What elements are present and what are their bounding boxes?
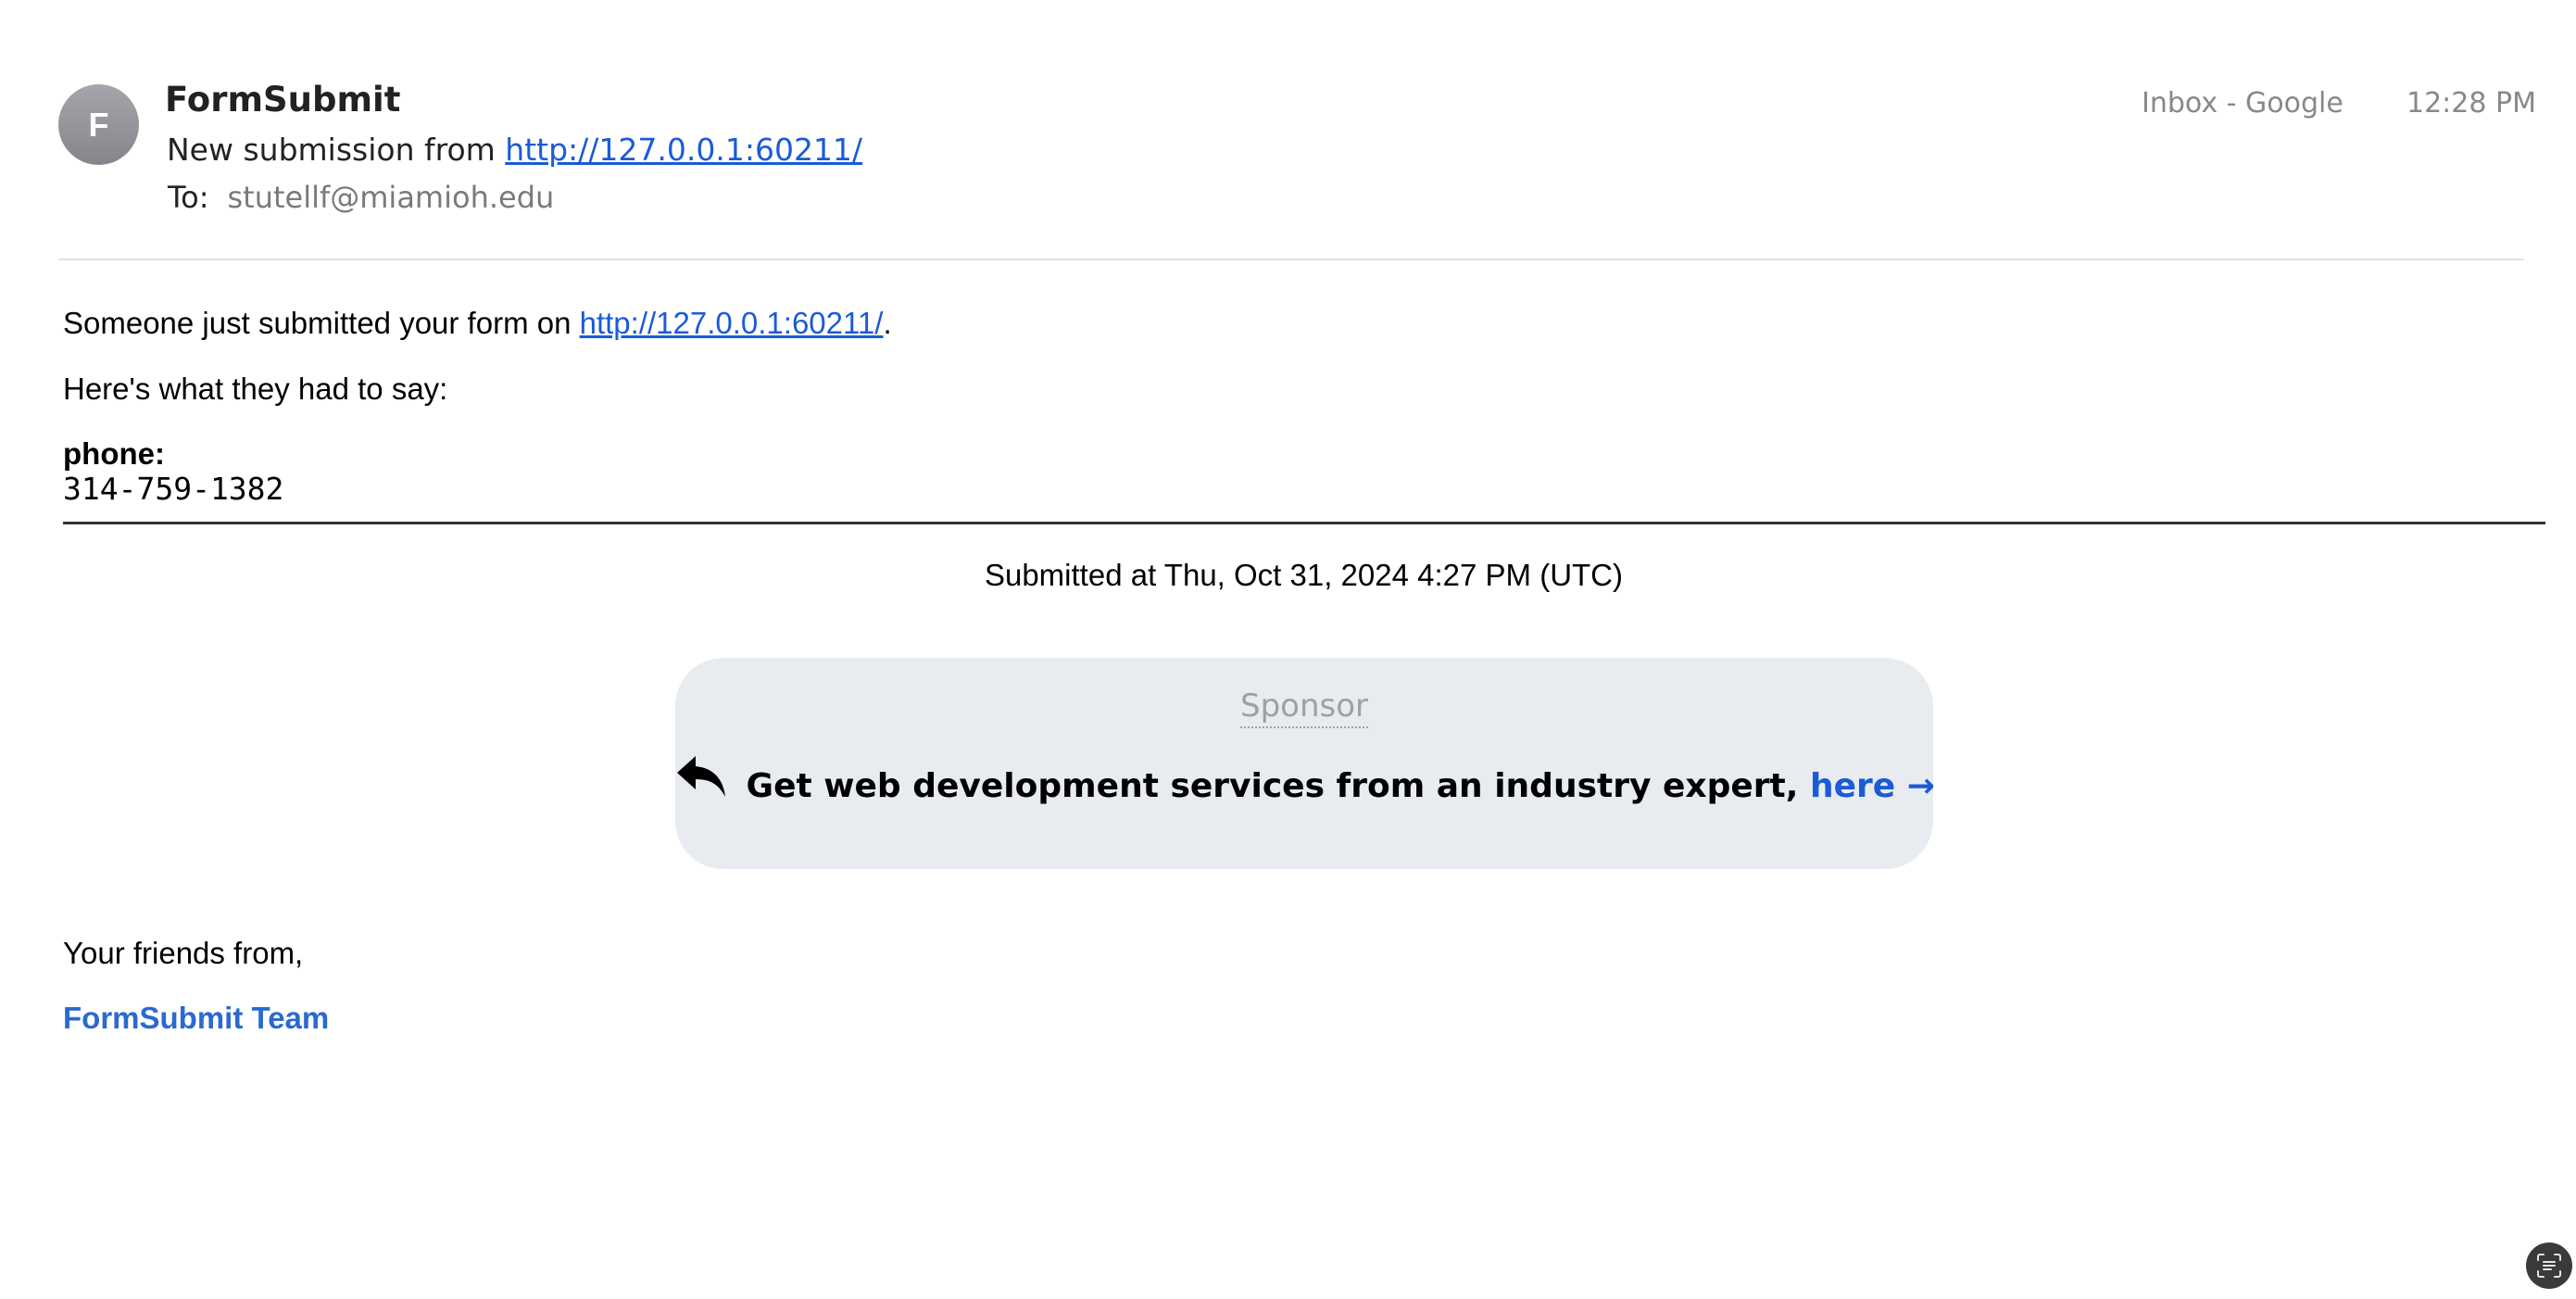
body-divider bbox=[63, 522, 2545, 524]
say-line: Here's what they had to say: bbox=[63, 372, 448, 406]
live-text-button[interactable] bbox=[2526, 1242, 2572, 1289]
intro-prefix: Someone just submitted your form on bbox=[63, 306, 572, 340]
intro-line: Someone just submitted your form on http… bbox=[63, 306, 892, 341]
signoff-line: Your friends from, bbox=[63, 936, 304, 970]
sponsor-label-text: Sponsor bbox=[1239, 687, 1368, 728]
header-divider bbox=[58, 259, 2524, 260]
email-view: F FormSubmit New submission from http://… bbox=[0, 0, 2576, 1299]
subject-link[interactable]: http://127.0.0.1:60211/ bbox=[505, 132, 862, 168]
field-value: 314-759-1382 bbox=[63, 471, 284, 507]
sponsor-label: Sponsor bbox=[675, 687, 1933, 728]
received-time: 12:28 PM bbox=[2406, 87, 2536, 120]
mailbox-name: Inbox - Google bbox=[2142, 87, 2344, 120]
subject-prefix: New submission from bbox=[167, 132, 496, 168]
sponsor-line: Get web development services from an ind… bbox=[675, 752, 1935, 805]
intro-suffix: . bbox=[883, 306, 892, 340]
avatar: F bbox=[58, 84, 139, 165]
intro-link[interactable]: http://127.0.0.1:60211/ bbox=[580, 306, 884, 340]
reply-arrow-icon bbox=[677, 756, 725, 797]
to-label: To: bbox=[168, 180, 209, 215]
team-link[interactable]: FormSubmit Team bbox=[63, 1001, 329, 1036]
sponsor-box: Sponsor Get web development services fro… bbox=[675, 658, 1935, 869]
email-subject: New submission from http://127.0.0.1:602… bbox=[167, 132, 862, 168]
recipient-address[interactable]: stutellf@miamioh.edu bbox=[227, 180, 554, 215]
avatar-initial: F bbox=[88, 105, 109, 144]
recipient-row: To: stutellf@miamioh.edu bbox=[168, 180, 554, 215]
submitted-timestamp: Submitted at Thu, Oct 31, 2024 4:27 PM (… bbox=[984, 558, 1624, 592]
field-label: phone: bbox=[63, 436, 165, 471]
text-scan-icon bbox=[2537, 1254, 2561, 1278]
sender-name[interactable]: FormSubmit bbox=[165, 80, 400, 120]
sponsor-text: Get web development services from an ind… bbox=[746, 767, 1799, 805]
sponsor-link[interactable]: here → bbox=[1810, 767, 1935, 805]
